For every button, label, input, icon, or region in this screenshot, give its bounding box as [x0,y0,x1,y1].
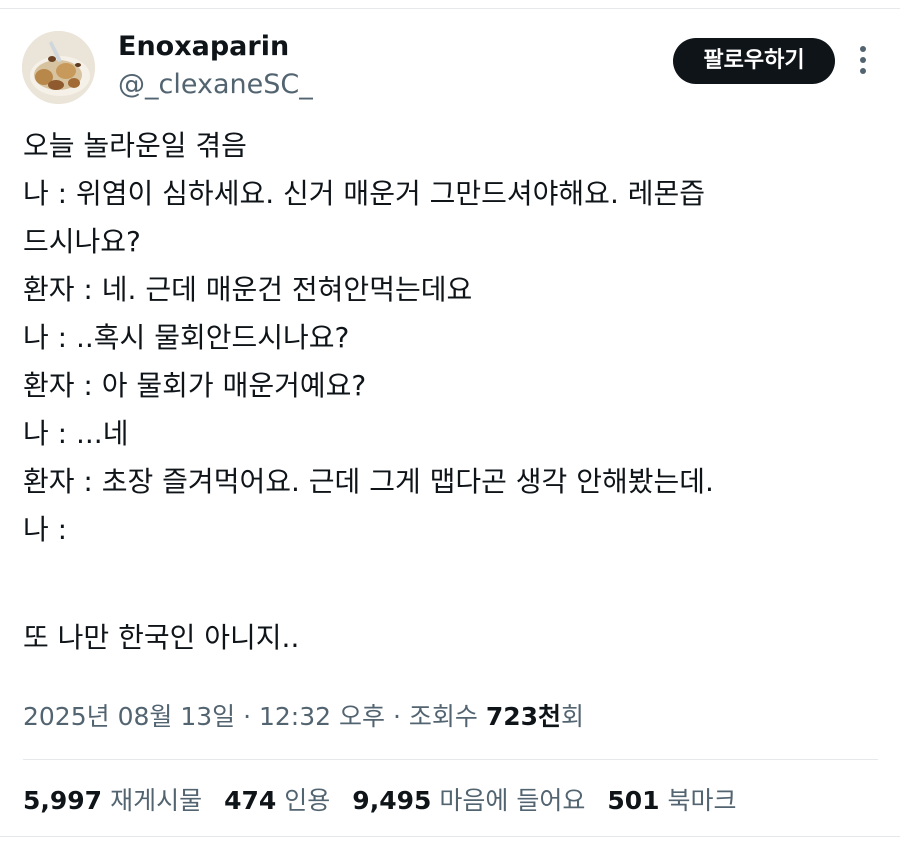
tweet-line: 오늘 놀라운일 겪음 [23,129,247,162]
reposts-label: 재게시물 [110,786,203,815]
tweet-line: 환자 : 아 물회가 매운거예요? [23,369,367,402]
meta-separator: · [392,702,401,731]
views-label: 조회수 [408,702,478,731]
author-display-name[interactable]: Enoxaparin [118,30,289,64]
bottom-divider [0,836,900,837]
avatar[interactable] [22,31,95,104]
views-count: 723천 [485,702,562,731]
bookmarks-label: 북마크 [667,786,737,815]
top-divider [0,8,900,9]
author-handle[interactable]: @_clexaneSC_ [118,68,313,102]
tweet-text: 오늘 놀라운일 겪음 나 : 위염이 심하세요. 신거 매운거 그만드셔야해요.… [23,122,883,662]
more-vertical-icon [860,57,866,63]
more-vertical-icon [860,46,866,52]
reposts-count: 5,997 [23,786,103,815]
likes-count: 9,495 [352,786,432,815]
food-plate-avatar-icon [22,31,95,104]
tweet-line: 환자 : 네. 근데 매운건 전혀안먹는데요 [23,273,473,306]
engagement-stats: 5,997 재게시물 474 인용 9,495 마음에 들어요 501 북마크 [23,781,759,821]
views-suffix: 회 [561,702,585,731]
likes-label: 마음에 들어요 [439,786,586,815]
tweet-line: 나 : [23,513,68,546]
bookmarks-stat[interactable]: 501 북마크 [607,781,736,821]
follow-button[interactable]: 팔로우하기 [673,38,835,84]
more-options-button[interactable] [852,42,874,78]
more-vertical-icon [860,68,866,74]
tweet-meta: 2025년 08월 13일 · 12:32 오후 · 조회수 723천회 [23,697,584,737]
tweet-line: 나 : 위염이 심하세요. 신거 매운거 그만드셔야해요. 레몬즙 [23,177,706,210]
quotes-count: 474 [224,786,277,815]
meta-separator: · [243,702,252,731]
quotes-stat[interactable]: 474 인용 [224,781,330,821]
stats-divider [23,759,878,760]
bookmarks-count: 501 [607,786,660,815]
tweet-line: 나 : ...네 [23,417,129,450]
likes-stat[interactable]: 9,495 마음에 들어요 [352,781,585,821]
quotes-label: 인용 [284,786,331,815]
tweet-line: 나 : ..혹시 물회안드시나요? [23,321,350,354]
tweet-line: 또 나만 한국인 아니지.. [23,621,300,654]
tweet-line: 환자 : 초장 즐겨먹어요. 근데 그게 맵다곤 생각 안해봤는데. [23,465,714,498]
tweet-time[interactable]: 12:32 오후 [259,702,385,731]
tweet-date[interactable]: 2025년 08월 13일 [23,702,235,731]
reposts-stat[interactable]: 5,997 재게시물 [23,781,202,821]
tweet-line: 드시나요? [23,225,141,258]
